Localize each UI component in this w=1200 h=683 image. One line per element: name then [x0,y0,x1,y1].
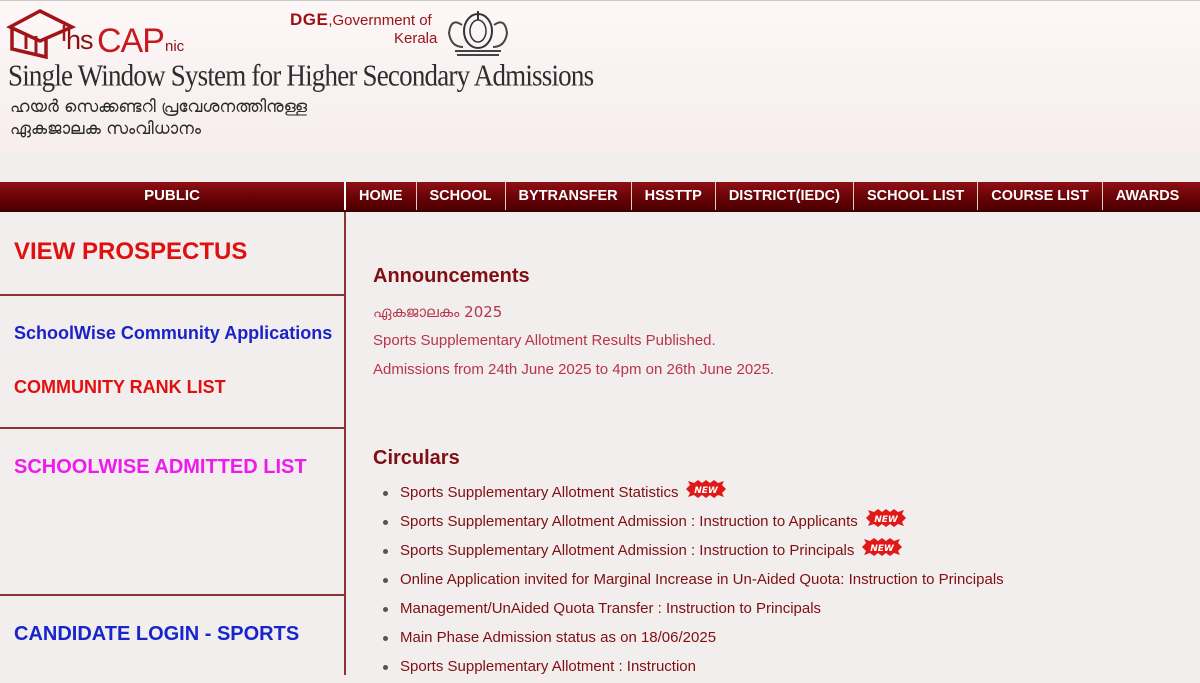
schoolwise-admitted-list-link[interactable]: SCHOOLWISE ADMITTED LIST [14,456,307,479]
left-sidebar [0,212,346,675]
logo-nic-text: nic [165,38,185,55]
announcement-item[interactable]: Admissions from 24th June 2025 to 4pm on… [373,361,774,378]
circulars-heading: Circulars [373,447,460,469]
circular-item: Main Phase Admission status as on 18/06/… [383,625,1004,654]
dge-government-of: ,Government of [328,12,432,29]
new-badge-icon: NEW [862,538,903,557]
announcement-item[interactable]: Sports Supplementary Allotment Results P… [373,332,716,349]
dge-abbr: DGE [290,10,329,29]
sidebar-divider [0,294,344,296]
circular-item: Sports Supplementary Allotment : Instruc… [383,654,1004,683]
bullet-icon [383,549,388,554]
logo-cap-text: CAP [97,22,165,60]
circular-link[interactable]: Sports Supplementary Allotment : Instruc… [400,658,696,675]
bullet-icon [383,607,388,612]
announcements-heading: Announcements [373,265,530,287]
announcement-item[interactable]: ഏകജാലകം 2025 [373,303,502,321]
circular-item: Online Application invited for Marginal … [383,567,1004,596]
circular-link[interactable]: Management/UnAided Quota Transfer : Inst… [400,600,821,617]
view-prospectus-link[interactable]: VIEW PROSPECTUS [14,238,247,266]
malayalam-title-line2: ഏകജാലക സംവിധാനം [10,119,202,139]
sidebar-divider [0,594,344,596]
bullet-icon [383,665,388,670]
circular-link[interactable]: Sports Supplementary Allotment Statistic… [400,484,678,501]
nav-item-home[interactable]: HOME [344,182,416,210]
dge-kerala: Kerala [394,30,438,48]
new-badge-label: NEW [695,486,720,496]
schoolwise-community-applications-link[interactable]: SchoolWise Community Applications [14,323,332,344]
circular-item: Sports Supplementary Allotment Admission… [383,509,1004,538]
bullet-icon [383,520,388,525]
new-badge-icon: NEW [865,509,906,528]
nav-item-school-list[interactable]: SCHOOL LIST [853,182,977,210]
malayalam-title-line1: ഹയർ സെക്കണ്ടറി പ്രവേശനത്തിനുള്ള [10,97,308,117]
circular-item: Sports Supplementary Allotment Statistic… [383,480,1004,509]
circulars-list: Sports Supplementary Allotment Statistic… [383,480,1004,683]
logo-hs-text: hs [66,25,94,55]
nav-item-course-list[interactable]: COURSE LIST [977,182,1101,210]
kerala-emblem-icon [447,11,509,56]
circular-link[interactable]: Online Application invited for Marginal … [400,571,1004,588]
bullet-icon [383,578,388,583]
circular-link[interactable]: Sports Supplementary Allotment Admission… [400,542,854,559]
nav-item-school[interactable]: SCHOOL [415,182,505,210]
nav-item-hssttp[interactable]: HSSTTP [630,182,715,210]
nav-item-awards[interactable]: AWARDS [1101,182,1193,210]
sidebar-divider [0,427,344,429]
hscap-logo[interactable]: hs CAP nic [6,5,206,60]
candidate-login-sports-link[interactable]: CANDIDATE LOGIN - SPORTS [14,623,299,646]
circular-item: Management/UnAided Quota Transfer : Inst… [383,596,1004,625]
community-rank-list-link[interactable]: COMMUNITY RANK LIST [14,377,226,398]
circular-item: Sports Supplementary Allotment Admission… [383,538,1004,567]
main-navbar: PUBLIC HOME SCHOOL BYTRANSFER HSSTTP DIS… [0,182,1200,212]
new-badge-icon: NEW [686,480,727,499]
new-badge-label: NEW [874,515,899,525]
circular-link[interactable]: Main Phase Admission status as on 18/06/… [400,629,716,646]
dge-government-label: DGE,Government of Kerala [290,10,440,48]
site-header: hs CAP nic DGE,Government of Kerala Sing… [0,0,1200,151]
nav-menu: HOME SCHOOL BYTRANSFER HSSTTP DISTRICT(I… [344,182,1200,212]
bullet-icon [383,491,388,496]
nav-item-bytransfer[interactable]: BYTRANSFER [504,182,631,210]
nav-item-district-iedc[interactable]: DISTRICT(IEDC) [714,182,853,210]
system-title: Single Window System for Higher Secondar… [8,58,594,93]
bullet-icon [383,636,388,641]
circular-link[interactable]: Sports Supplementary Allotment Admission… [400,513,858,530]
public-section-label: PUBLIC [0,182,344,212]
new-badge-label: NEW [871,544,896,554]
